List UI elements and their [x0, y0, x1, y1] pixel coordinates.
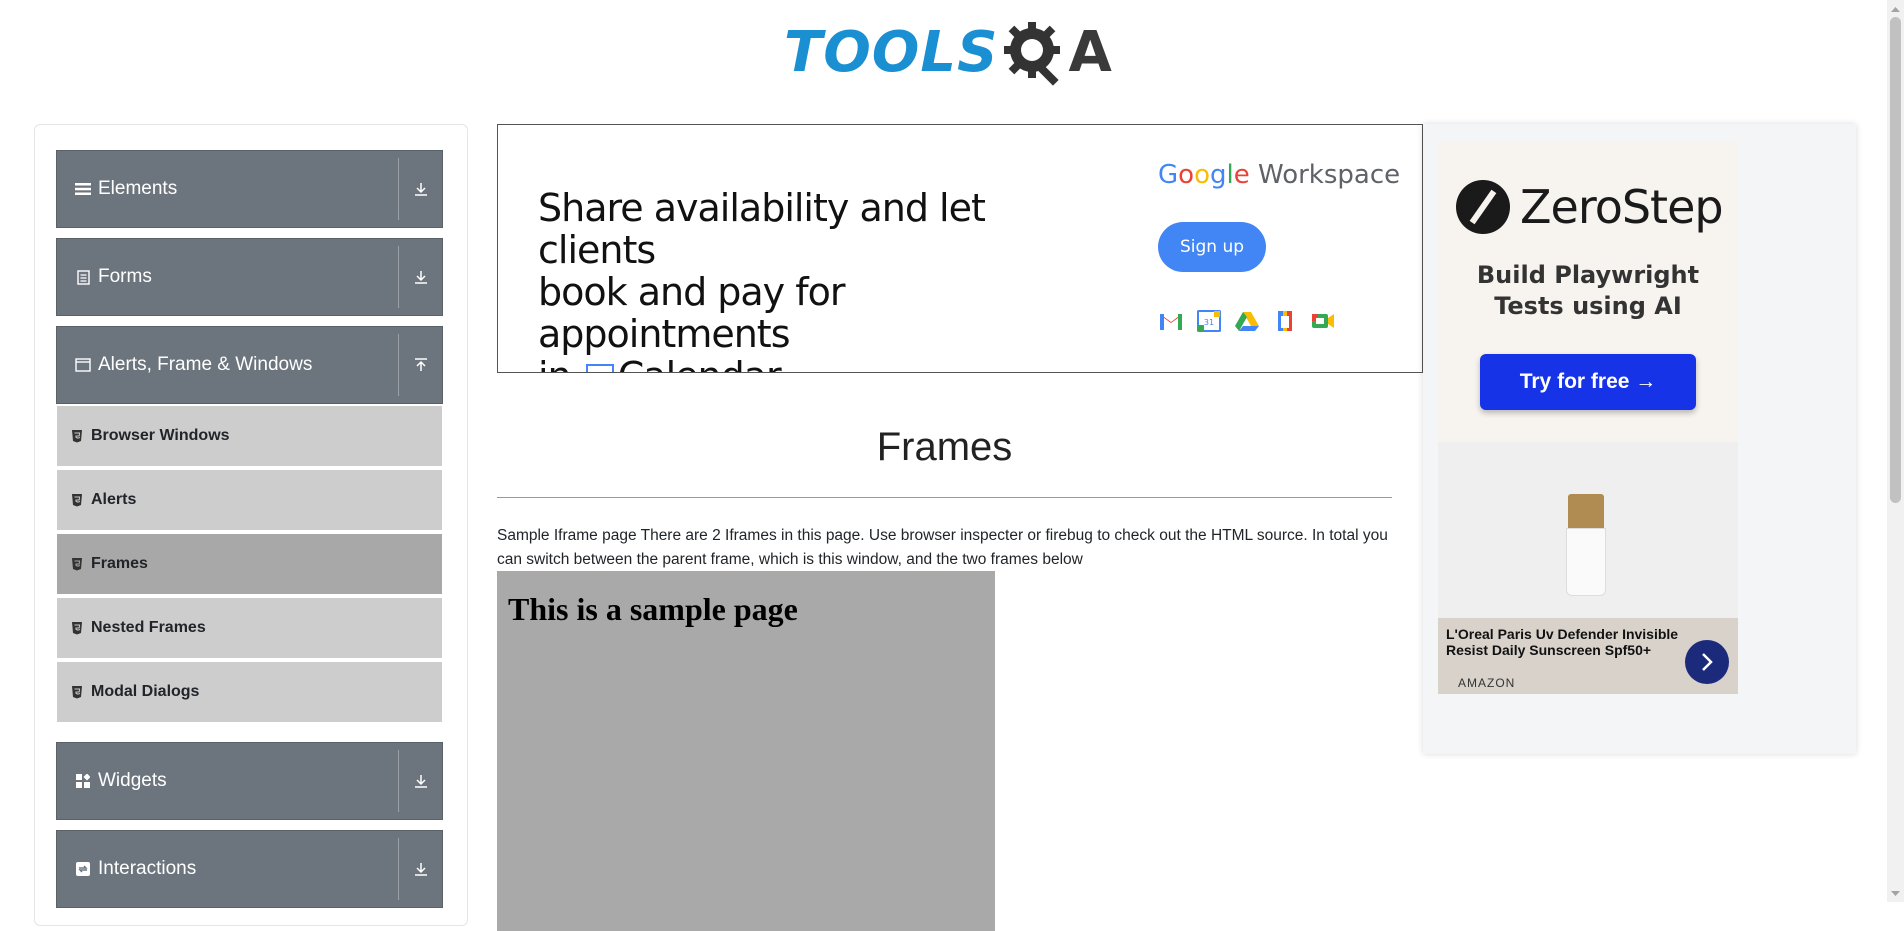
- sidebar-item-frames[interactable]: Frames: [57, 534, 442, 596]
- left-sidebar: Elements Forms Alerts, Frame & Windows B…: [34, 124, 468, 926]
- sidebar-item-modal-dialogs[interactable]: Modal Dialogs: [57, 662, 442, 724]
- zerostep-logo-icon: [1456, 180, 1510, 234]
- svg-text:31: 31: [1204, 318, 1214, 327]
- calendar-day: 31: [588, 371, 612, 372]
- sidebar-group-label: Elements: [98, 178, 178, 199]
- download-arrow-icon[interactable]: [409, 830, 433, 908]
- sidebar-group-label: Widgets: [98, 770, 167, 791]
- widgets-icon: [74, 772, 92, 790]
- toolsqa-logo[interactable]: TOOLS A: [784, 14, 1112, 90]
- ad-headline-line: in 31 Calendar.: [538, 354, 1098, 372]
- iframe-heading: This is a sample page: [508, 591, 798, 627]
- divider: [398, 838, 399, 900]
- scroll-down-arrow-icon[interactable]: [1887, 885, 1904, 902]
- sidebar-group-alerts-frame-windows[interactable]: Alerts, Frame & Windows: [56, 326, 443, 404]
- interactions-icon: [74, 860, 92, 878]
- ad-headline-line: Share availability and let clients: [538, 186, 986, 272]
- ad-headline: Share availability and let clients book …: [538, 186, 1098, 372]
- sunscreen-product-image: [1566, 494, 1606, 596]
- sidebar-item-browser-windows[interactable]: Browser Windows: [57, 406, 442, 468]
- sidebar-item-label: Modal Dialogs: [91, 683, 200, 700]
- sidebar-group-label: Forms: [98, 266, 152, 287]
- zerostep-tagline-line: Build Playwright: [1476, 261, 1700, 289]
- page-description: Sample Iframe page There are 2 Iframes i…: [497, 527, 1388, 568]
- upload-arrow-icon[interactable]: [409, 326, 433, 404]
- divider: [398, 750, 399, 812]
- sidebar-item-label: Browser Windows: [91, 427, 230, 444]
- page-title: Frames: [876, 425, 1013, 469]
- sidebar-group-widgets[interactable]: Widgets: [56, 742, 443, 820]
- drive-icon: [1235, 312, 1259, 331]
- sidebar-group-label: Alerts, Frame & Windows: [98, 354, 313, 375]
- ad-headline-line: book and pay for appointments: [538, 270, 846, 356]
- sidebar-item-label: Alerts: [91, 491, 137, 508]
- loreal-product-ad[interactable]: L'Oreal Paris Uv Defender Invisible Resi…: [1438, 442, 1738, 694]
- sidebar-item-alerts[interactable]: Alerts: [57, 470, 442, 532]
- ad-headline-fragment: Calendar.: [618, 354, 789, 372]
- google-wordmark: Google: [1158, 160, 1250, 190]
- download-arrow-icon[interactable]: [409, 238, 433, 316]
- list-icon: [74, 180, 92, 198]
- product-caption: L'Oreal Paris Uv Defender Invisible Resi…: [1438, 618, 1738, 694]
- docs-icon: [1278, 311, 1292, 331]
- sidebar-group-interactions[interactable]: Interactions: [56, 830, 443, 908]
- divider: [398, 334, 399, 396]
- google-workspace-ad-banner[interactable]: Share availability and let clients book …: [497, 124, 1423, 373]
- zerostep-tagline: Build Playwright Tests using AI: [1438, 260, 1738, 322]
- product-title[interactable]: L'Oreal Paris Uv Defender Invisible Resi…: [1446, 626, 1681, 658]
- right-side-ad[interactable]: ZeroStep Build Playwright Tests using AI…: [1423, 124, 1856, 754]
- sample-iframe-frame1[interactable]: This is a sample page: [497, 571, 995, 931]
- sidebar-item-nested-frames[interactable]: Nested Frames: [57, 598, 442, 660]
- scrollbar-thumb[interactable]: [1890, 17, 1901, 503]
- workspace-app-icons: 31: [1158, 310, 1336, 332]
- sign-up-button[interactable]: Sign up: [1158, 222, 1266, 272]
- product-source: AMAZON: [1458, 676, 1516, 690]
- scroll-up-arrow-icon[interactable]: [1887, 0, 1904, 17]
- zerostep-brand-name: ZeroStep: [1520, 180, 1724, 234]
- meet-icon: [1312, 314, 1334, 328]
- google-workspace-logo: Google Workspace: [1158, 160, 1400, 190]
- vertical-scrollbar[interactable]: [1887, 0, 1904, 902]
- sidebar-item-label: Frames: [91, 555, 148, 572]
- gmail-icon: [1160, 314, 1182, 330]
- html5-icon: [72, 494, 82, 507]
- download-arrow-icon[interactable]: [409, 150, 433, 228]
- google-calendar-icon: 31: [585, 364, 614, 372]
- divider: [398, 158, 399, 220]
- divider: [398, 246, 399, 308]
- zerostep-ad[interactable]: ZeroStep Build Playwright Tests using AI…: [1438, 142, 1738, 442]
- form-icon: [74, 268, 92, 286]
- html5-icon: [72, 686, 82, 699]
- sidebar-item-label: Nested Frames: [91, 619, 206, 636]
- html5-icon: [72, 558, 82, 571]
- sidebar-group-forms[interactable]: Forms: [56, 238, 443, 316]
- sidebar-group-elements[interactable]: Elements: [56, 150, 443, 228]
- chevron-right-icon[interactable]: [1685, 640, 1729, 684]
- window-icon: [74, 356, 92, 374]
- calendar-icon: 31: [1197, 310, 1221, 332]
- download-arrow-icon[interactable]: [409, 742, 433, 820]
- html5-icon: [72, 430, 82, 443]
- logo-a-letter: A: [1068, 19, 1112, 85]
- sidebar-group-label: Interactions: [98, 858, 197, 879]
- html5-icon: [72, 622, 82, 635]
- workspace-wordmark: Workspace: [1258, 160, 1401, 190]
- zerostep-tagline-line: Tests using AI: [1494, 292, 1682, 320]
- ad-headline-fragment: in: [538, 354, 572, 372]
- gear-search-icon: [1000, 18, 1068, 86]
- try-for-free-button[interactable]: Try for free →: [1480, 354, 1696, 410]
- logo-text: TOOLS: [784, 19, 999, 85]
- zerostep-logo: ZeroStep: [1456, 180, 1724, 234]
- title-divider: [497, 497, 1392, 498]
